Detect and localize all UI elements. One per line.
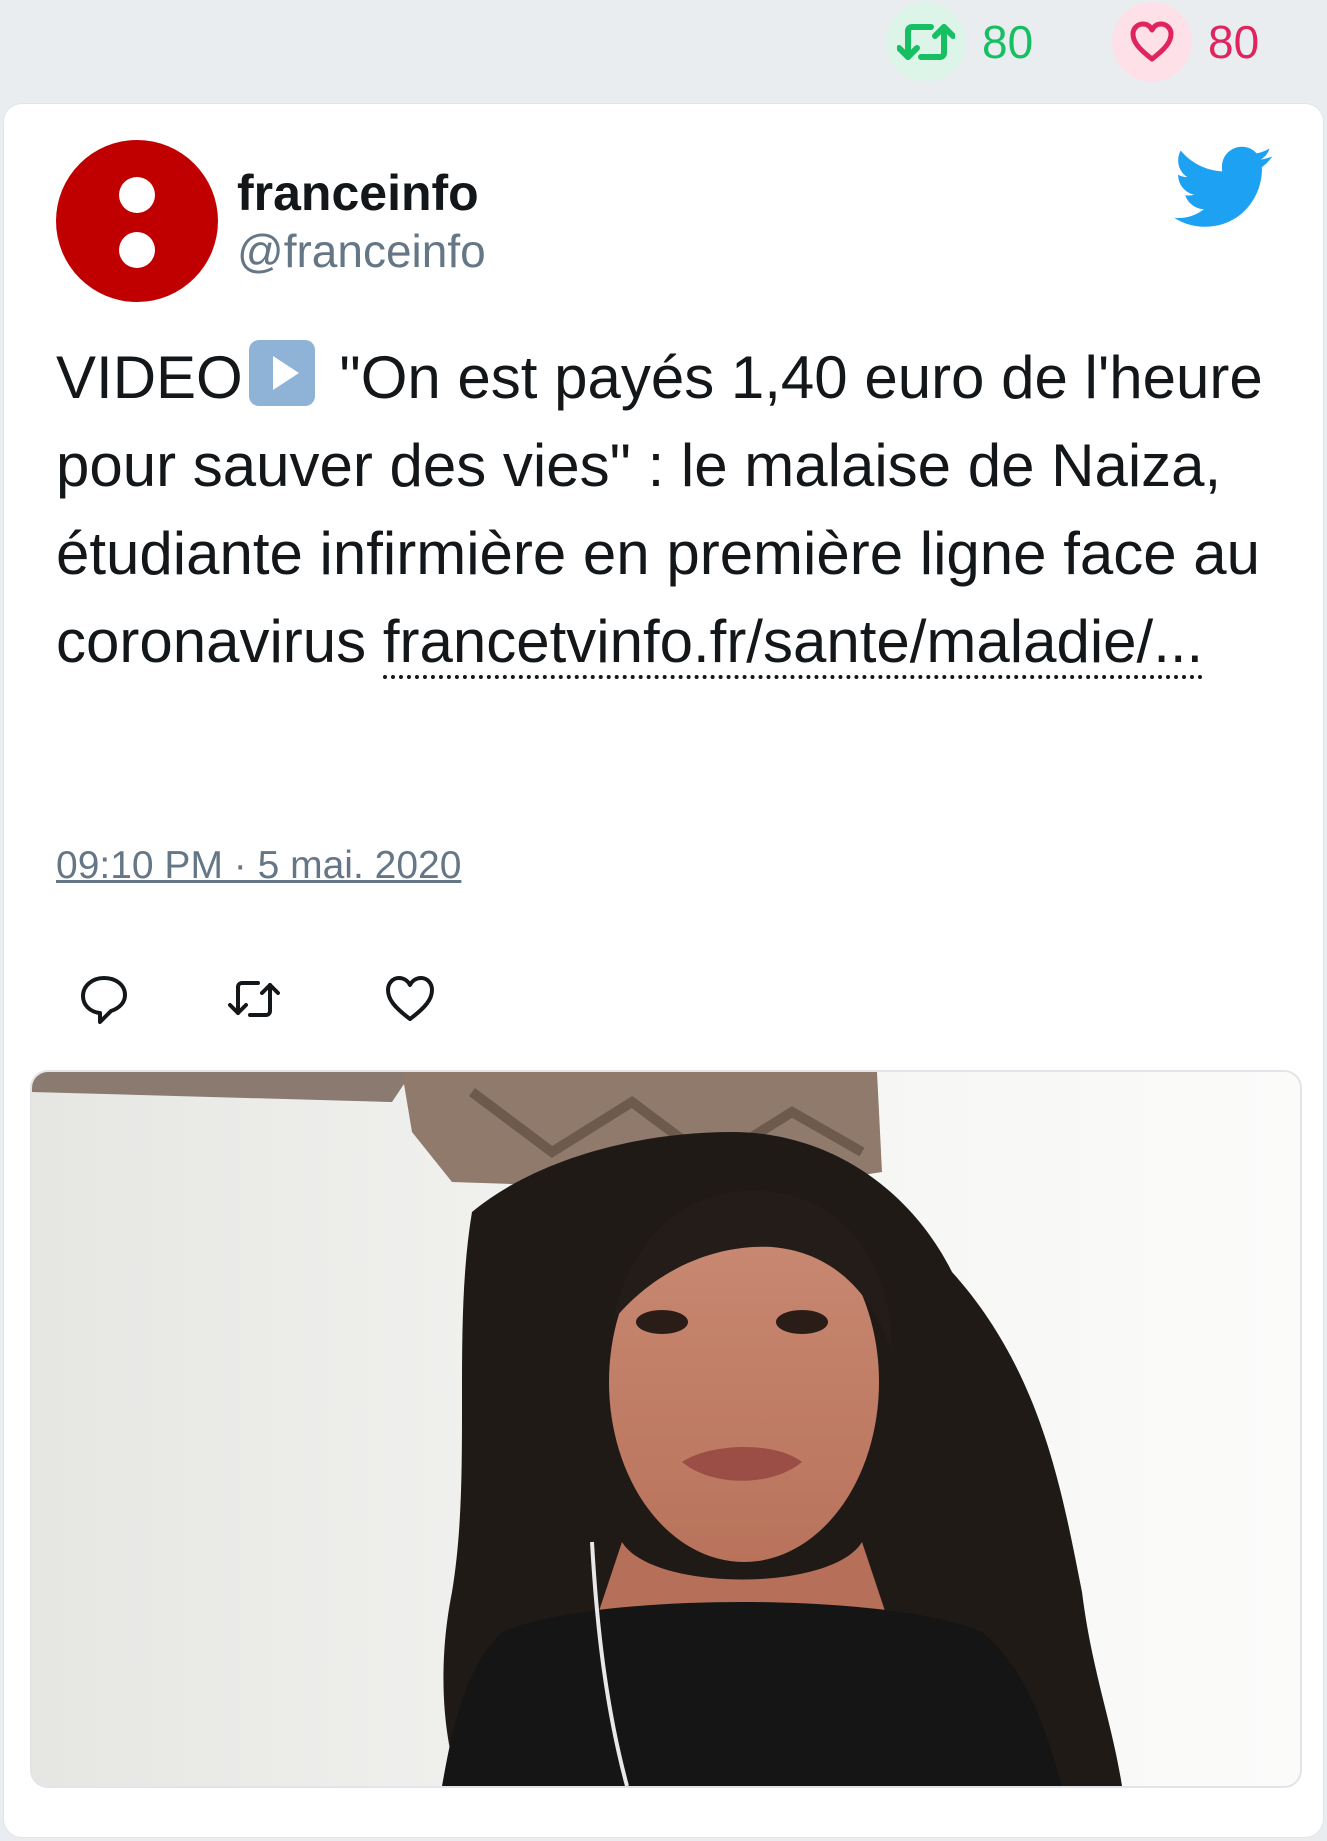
play-button-emoji-icon [248, 340, 315, 406]
video-frame-image [32, 1072, 1300, 1786]
tweet-card: franceinfo @franceinfo VIDEO "On est pay… [4, 104, 1323, 1837]
avatar[interactable] [56, 140, 218, 302]
like-count-stat[interactable]: 80 [1112, 2, 1260, 82]
video-thumbnail[interactable] [30, 1070, 1302, 1788]
retweet-icon [886, 2, 966, 82]
heart-icon [1112, 2, 1192, 82]
stats-bar: 80 80 [0, 0, 1327, 100]
tweet-link[interactable]: francetvinfo.fr/sante/maladie/... [382, 608, 1204, 679]
franceinfo-logo-dot [119, 232, 155, 268]
like-count: 80 [1208, 16, 1260, 68]
retweet-icon[interactable] [224, 969, 284, 1029]
retweet-count-stat[interactable]: 80 [886, 2, 1034, 82]
retweet-count: 80 [982, 16, 1034, 68]
franceinfo-logo-dot [119, 177, 155, 213]
display-name[interactable]: franceinfo [237, 164, 479, 222]
tweet-text: VIDEO "On est payés 1,40 euro de l'heure… [56, 334, 1286, 686]
twitter-bird-icon[interactable] [1174, 146, 1274, 230]
heart-icon[interactable] [380, 969, 440, 1029]
tweet-text-prefix: VIDEO [56, 344, 243, 411]
user-handle[interactable]: @franceinfo [237, 224, 486, 278]
reply-icon[interactable] [74, 969, 134, 1029]
tweet-timestamp[interactable]: 09:10 PM · 5 mai. 2020 [56, 844, 461, 888]
